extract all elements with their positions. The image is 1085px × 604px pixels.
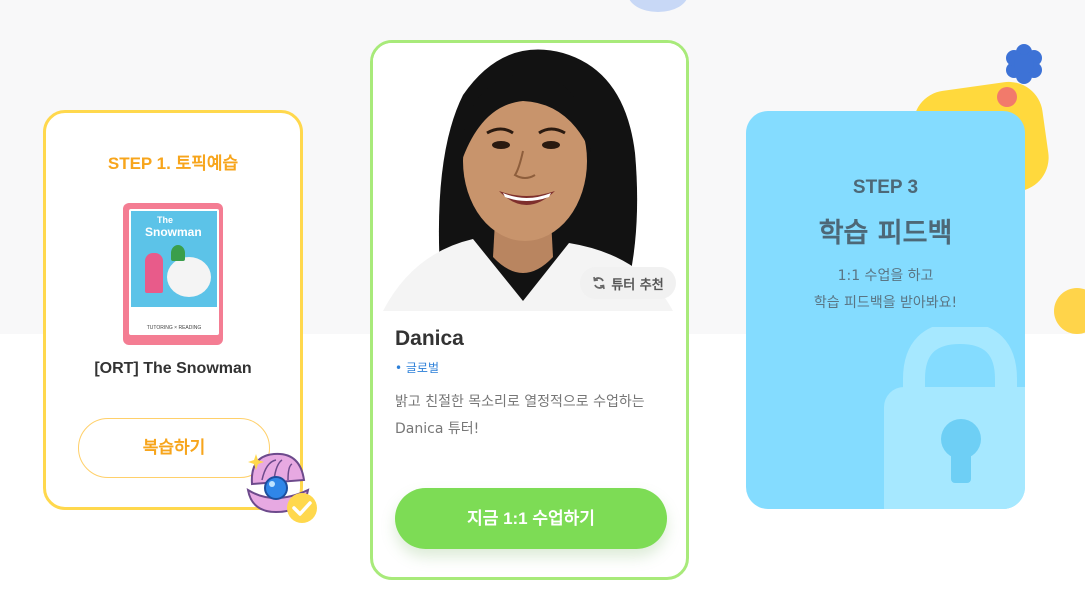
book-cover-title-small: The: [157, 215, 174, 225]
tutor-name: Danica: [395, 327, 464, 350]
book-title: [ORT] The Snowman: [94, 360, 252, 377]
step3-label: STEP 3: [852, 177, 919, 198]
clam-pearl-icon: [246, 452, 317, 523]
step3-card: STEP 3 학습 피드백 1:1 수업을 하고 학습 피드백을 받아봐요!: [746, 111, 1025, 509]
book-cover-title: Snowman: [145, 225, 202, 239]
lock-icon: [884, 327, 1025, 509]
start-lesson-button[interactable]: 지금 1:1 수업하기: [395, 488, 667, 549]
book-footer: TUTORING × READING: [146, 325, 202, 331]
recommend-badge: 튜터 추천: [580, 267, 676, 299]
decor-dot: [997, 87, 1017, 107]
step3-description: 1:1 수업을 하고 학습 피드백을 받아봐요!: [746, 263, 1025, 317]
refresh-icon: [593, 276, 606, 290]
tutor-tag: • 글로벌: [395, 361, 440, 375]
snowball-shape: [167, 257, 211, 297]
tutor-photo: 튜터 추천: [373, 43, 686, 311]
child-figure: [145, 253, 163, 293]
decor-flower-icon: [1006, 44, 1042, 84]
step3-desc-line2: 학습 피드백을 받아봐요!: [813, 295, 958, 311]
step3-desc-line1: 1:1 수업을 하고: [837, 268, 934, 284]
child-figure: [171, 245, 185, 261]
review-button[interactable]: 복습하기: [78, 418, 270, 478]
book-illustration: The Snowman: [131, 211, 217, 307]
step2-card: 튜터 추천 Danica • 글로벌 밝고 친절한 목소리로 열정적으로 수업하…: [370, 40, 689, 580]
step3-title: 학습 피드백: [818, 218, 953, 249]
tutor-description: 밝고 친절한 목소리로 열정적으로 수업하는 Danica 튜터!: [395, 394, 645, 437]
book-cover[interactable]: The Snowman TUTORING × READING: [123, 203, 223, 345]
recommend-badge-label: 튜터 추천: [611, 277, 664, 293]
step1-title: STEP 1. 토픽예습: [107, 154, 239, 173]
